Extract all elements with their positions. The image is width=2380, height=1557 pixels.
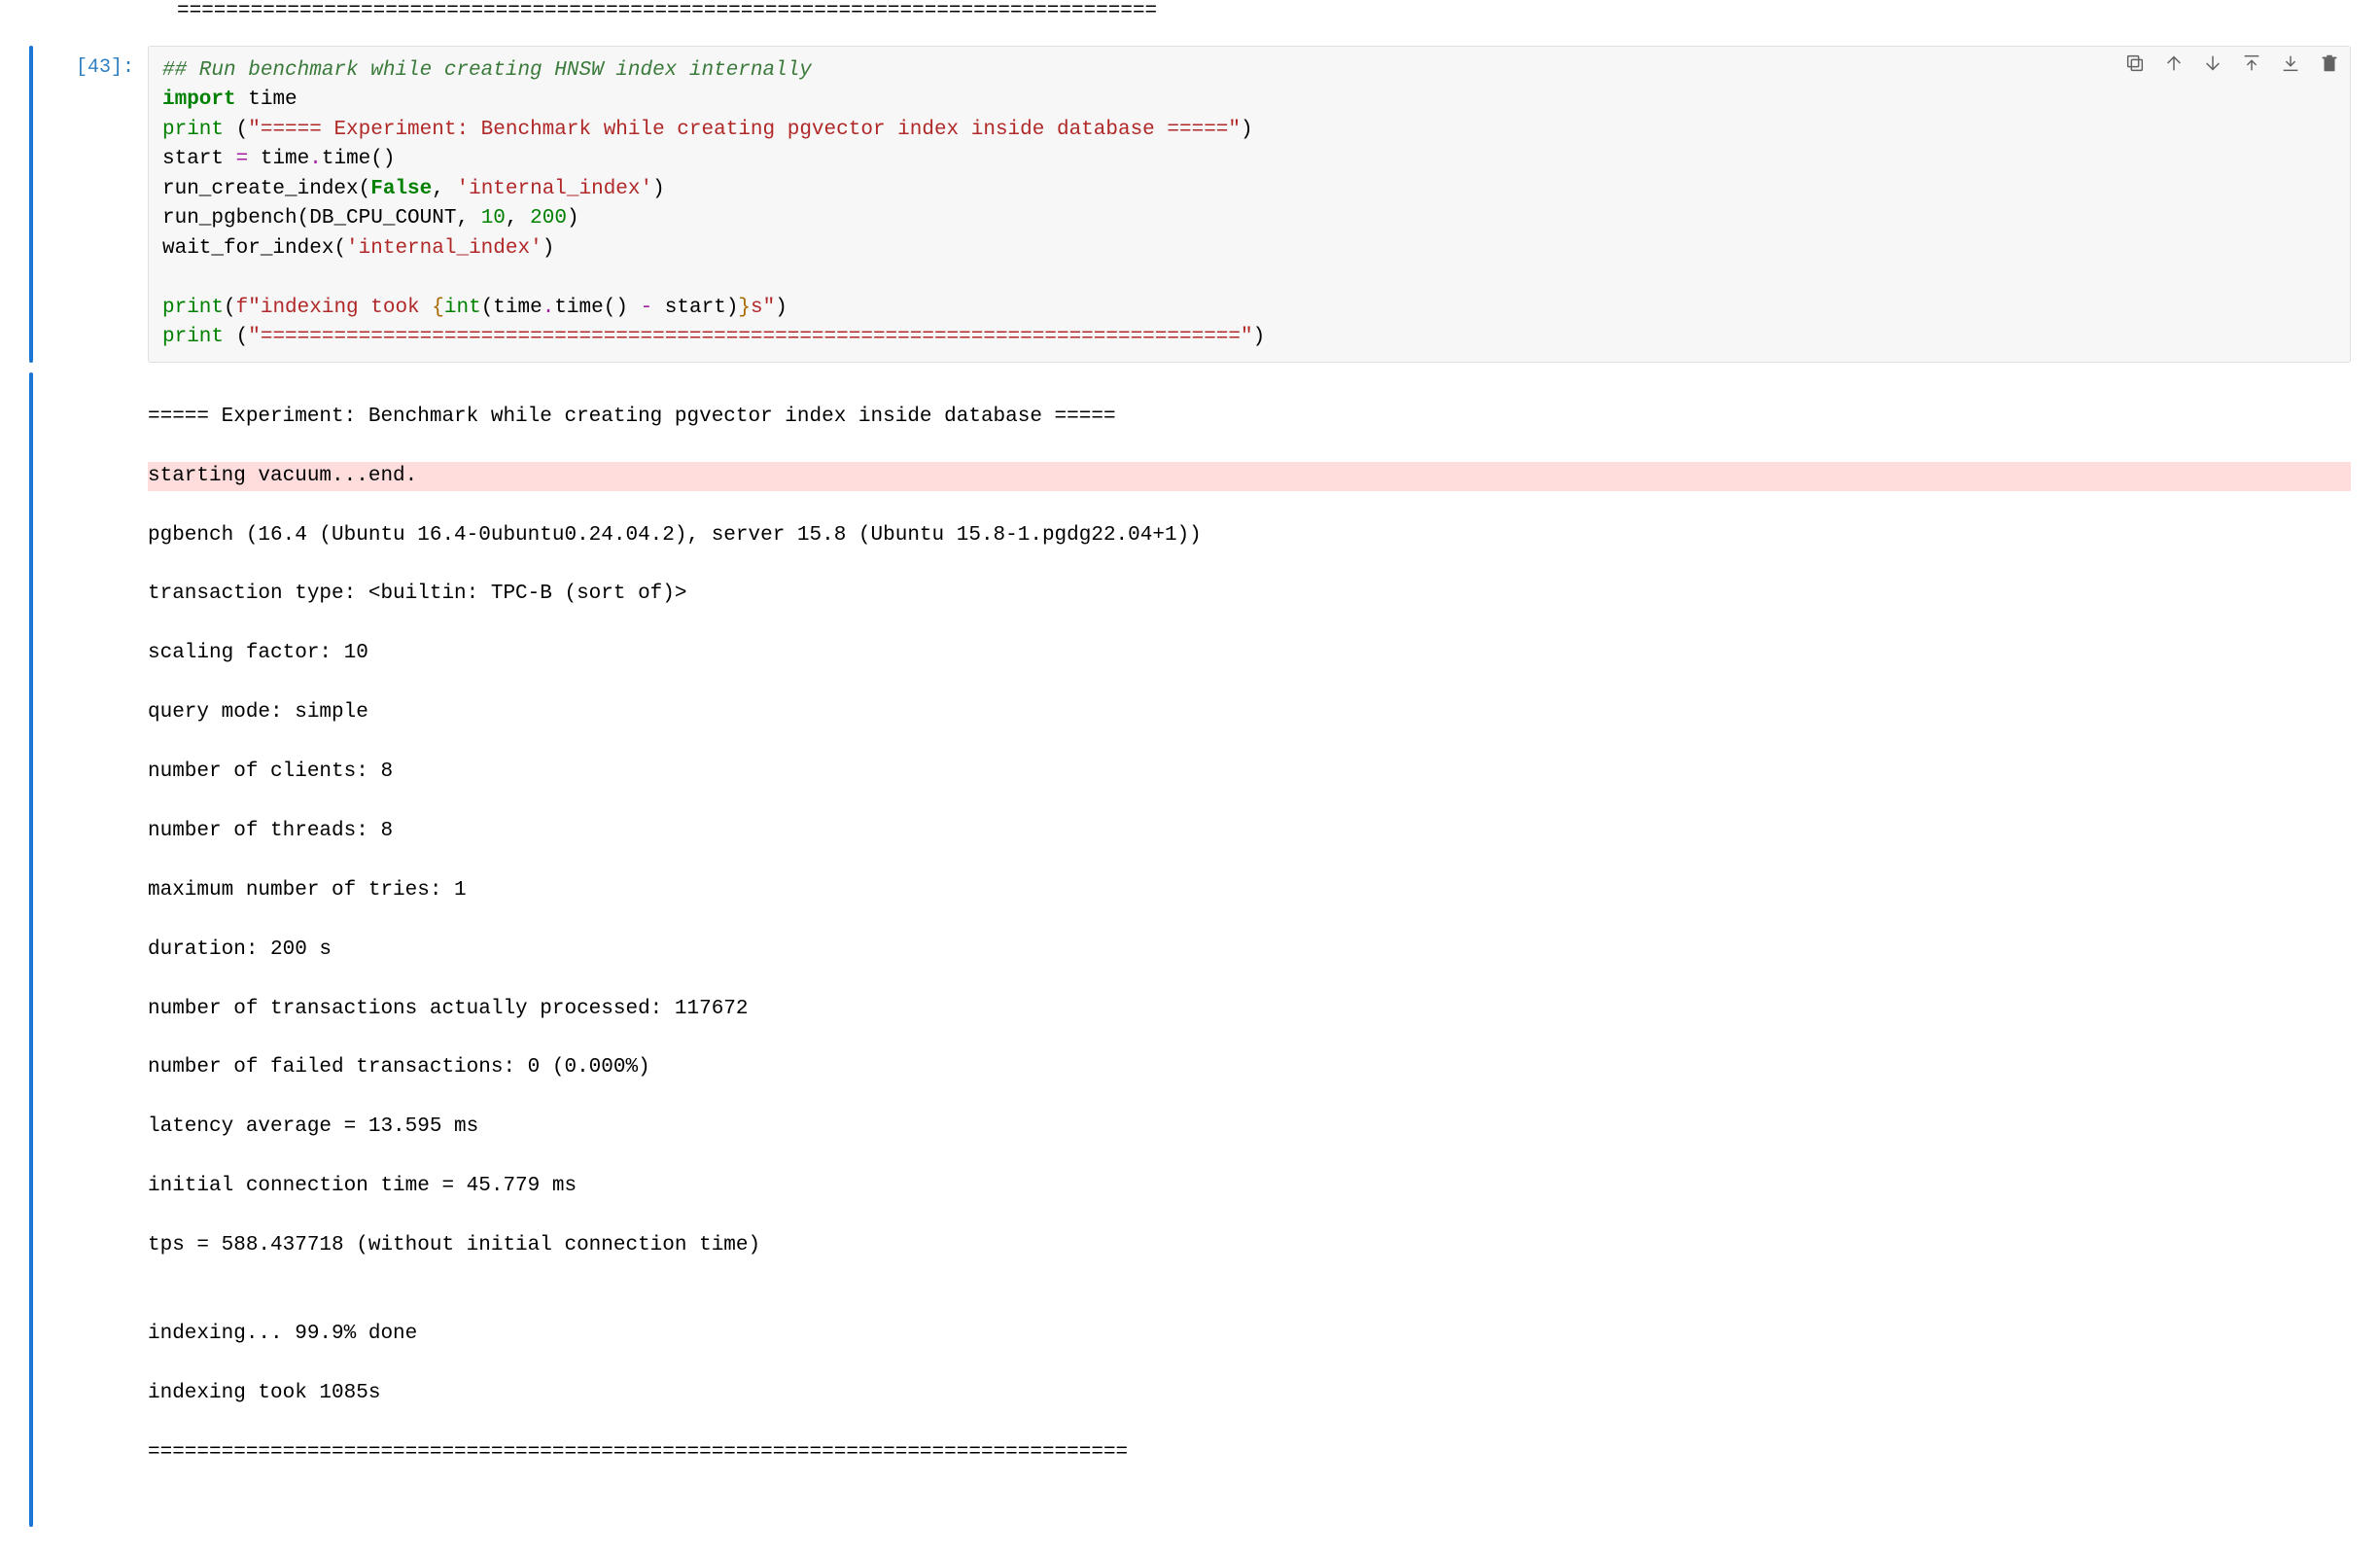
duplicate-cell-icon[interactable] — [2124, 53, 2146, 74]
output-cell-wrap: ===== Experiment: Benchmark while creati… — [29, 372, 2351, 1527]
stdout-line: transaction type: <builtin: TPC-B (sort … — [148, 580, 2351, 609]
move-up-icon[interactable] — [2163, 53, 2185, 74]
stdout-line: tps = 588.437718 (without initial connec… — [148, 1231, 2351, 1260]
stdout-line: pgbench (16.4 (Ubuntu 16.4-0ubuntu0.24.0… — [148, 521, 2351, 550]
input-prompt: [43]: — [41, 46, 148, 363]
cell-run-indicator — [29, 46, 33, 363]
stdout-line: indexing... 99.9% done — [148, 1320, 2351, 1349]
code-cell[interactable]: ## Run benchmark while creating HNSW ind… — [148, 46, 2351, 363]
output-run-indicator — [29, 372, 33, 1527]
stdout-line: number of failed transactions: 0 (0.000%… — [148, 1053, 2351, 1082]
code-editor[interactable]: ## Run benchmark while creating HNSW ind… — [162, 56, 2336, 352]
output-prompt-spacer — [41, 372, 148, 1527]
stdout-line: scaling factor: 10 — [148, 639, 2351, 668]
stdout-line: number of clients: 8 — [148, 758, 2351, 787]
stdout-line: indexing took 1085s — [148, 1379, 2351, 1408]
stdout-line: initial connection time = 45.779 ms — [148, 1172, 2351, 1201]
stdout-line: ===== Experiment: Benchmark while creati… — [148, 403, 2351, 432]
stderr-line: starting vacuum...end. — [148, 462, 2351, 491]
stdout-line: number of transactions actually processe… — [148, 995, 2351, 1024]
insert-above-icon[interactable] — [2241, 53, 2262, 74]
stdout-line: duration: 200 s — [148, 936, 2351, 965]
stdout-line: ========================================… — [148, 1438, 2351, 1468]
stdout-line: latency average = 13.595 ms — [148, 1113, 2351, 1142]
insert-below-icon[interactable] — [2280, 53, 2301, 74]
code-cell-wrap: [43]: — [29, 46, 2351, 363]
cell-output: ===== Experiment: Benchmark while creati… — [148, 372, 2351, 1527]
stdout-line: number of threads: 8 — [148, 817, 2351, 846]
move-down-icon[interactable] — [2202, 53, 2223, 74]
delete-cell-icon[interactable] — [2319, 53, 2340, 74]
section-divider: ========================================… — [177, 0, 2351, 46]
stdout-line: query mode: simple — [148, 698, 2351, 727]
cell-toolbar — [2124, 53, 2340, 74]
notebook: ========================================… — [0, 0, 2380, 1556]
stdout-line: maximum number of tries: 1 — [148, 876, 2351, 905]
